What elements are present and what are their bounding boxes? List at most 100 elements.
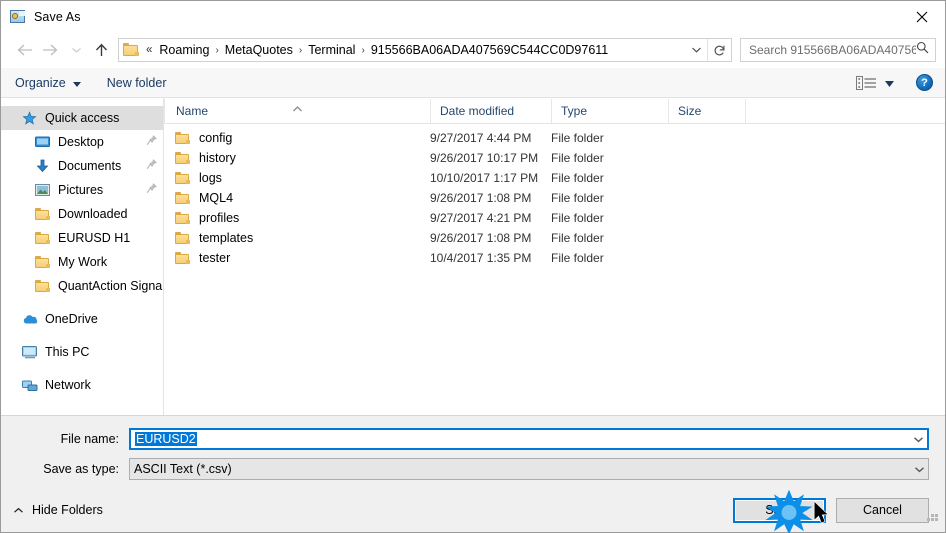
sidebar-item-quantaction-signal[interactable]: QuantAction Signal — [1, 274, 163, 298]
help-question-icon[interactable]: ? — [916, 74, 933, 91]
cancel-button[interactable]: Cancel — [836, 497, 929, 523]
save-button[interactable]: Save — [733, 497, 826, 523]
sidebar-item-pictures[interactable]: Pictures — [1, 178, 163, 202]
title-bar: Save As — [1, 1, 945, 32]
sidebar-item-label: Desktop — [58, 135, 104, 149]
sidebar-item-documents[interactable]: Documents — [1, 154, 163, 178]
breadcrumb-separator-icon: › — [298, 44, 303, 56]
table-row[interactable]: history 9/26/2017 10:17 PM File folder — [164, 148, 945, 168]
column-header-size[interactable]: Size — [668, 99, 745, 123]
file-name-label: history — [199, 151, 236, 165]
breadcrumb-separator-icon: › — [215, 44, 219, 56]
file-list-pane: Name Date modified Type Size config 9/27… — [164, 98, 945, 415]
table-row[interactable]: templates 9/26/2017 1:08 PM File folder — [164, 228, 945, 248]
search-input[interactable] — [749, 43, 916, 57]
sidebar-item-quick-access[interactable]: Quick access — [1, 106, 163, 130]
save-form: File name: EURUSD2 Save as type: ASCII T… — [1, 416, 945, 488]
folder-icon — [34, 254, 51, 270]
pictures-icon — [34, 182, 51, 198]
search-icon[interactable] — [916, 41, 929, 59]
search-box[interactable] — [740, 38, 936, 62]
list-view-icon[interactable] — [856, 75, 877, 90]
sidebar-item-label: OneDrive — [45, 312, 98, 326]
file-date-cell: 9/26/2017 1:08 PM — [430, 191, 532, 205]
arrow-left-icon[interactable] — [11, 37, 37, 63]
breadcrumb-item-metaquotes[interactable]: MetaQuotes — [221, 43, 297, 57]
new-folder-label: New folder — [106, 75, 167, 90]
chevron-down-icon[interactable] — [910, 436, 927, 443]
table-row[interactable]: logs 10/10/2017 1:17 PM File folder — [164, 168, 945, 188]
file-name-cell: tester — [164, 251, 430, 265]
file-type-cell: File folder — [551, 131, 604, 145]
navigation-sidebar: Quick access Desktop Documents Pictures … — [1, 98, 164, 415]
breadcrumb-overflow[interactable]: « — [144, 44, 155, 56]
arrow-up-icon[interactable] — [89, 37, 113, 63]
folder-icon — [34, 278, 51, 294]
resize-grip-icon[interactable] — [926, 509, 940, 528]
file-name-label: tester — [199, 251, 231, 265]
address-chevron-down-icon[interactable] — [685, 46, 707, 54]
breadcrumb-item-roaming[interactable]: Roaming — [155, 43, 213, 57]
view-caret-down-icon[interactable] — [885, 74, 894, 92]
file-type-cell: File folder — [551, 151, 604, 165]
file-type-cell: File folder — [551, 171, 604, 185]
recent-locations-chevron-down-icon[interactable] — [63, 37, 89, 63]
onedrive-cloud-icon — [21, 311, 38, 327]
chevron-down-icon[interactable] — [911, 466, 928, 473]
sidebar-item-onedrive[interactable]: OneDrive — [1, 307, 163, 331]
refresh-icon[interactable] — [707, 39, 731, 61]
sidebar-item-network[interactable]: Network — [1, 373, 163, 397]
caret-down-icon — [72, 76, 81, 90]
file-name-cell: MQL4 — [164, 191, 430, 205]
file-name-label: config — [199, 131, 233, 145]
file-name-row: File name: EURUSD2 — [17, 428, 929, 450]
sidebar-item-this-pc[interactable]: This PC — [1, 340, 163, 364]
file-date-cell: 9/27/2017 4:44 PM — [430, 131, 532, 145]
sidebar-item-label: Downloaded — [58, 207, 128, 221]
close-icon[interactable] — [899, 1, 945, 32]
file-date-cell: 9/26/2017 1:08 PM — [430, 231, 532, 245]
save-as-type-field-label: Save as type: — [43, 462, 119, 476]
sidebar-item-label: This PC — [45, 345, 90, 359]
table-row[interactable]: profiles 9/27/2017 4:21 PM File folder — [164, 208, 945, 228]
sidebar-item-eurusd-h1[interactable]: EURUSD H1 — [1, 226, 163, 250]
new-folder-button[interactable]: New folder — [107, 72, 167, 94]
folder-icon — [123, 43, 140, 57]
column-header-date-modified[interactable]: Date modified — [430, 99, 551, 123]
column-header-row: Name Date modified Type Size — [164, 98, 945, 124]
sidebar-item-downloaded[interactable]: Downloaded — [1, 202, 163, 226]
sidebar-item-my-work[interactable]: My Work — [1, 250, 163, 274]
file-name-field-label: File name: — [60, 432, 119, 446]
arrow-right-icon[interactable] — [37, 37, 63, 63]
folder-icon — [175, 252, 190, 264]
breadcrumb: « Roaming › MetaQuotes › Terminal › 9155… — [144, 43, 685, 57]
file-name-value[interactable]: EURUSD2 — [131, 432, 910, 446]
folder-icon — [175, 132, 190, 144]
chevron-up-icon — [13, 503, 24, 517]
folder-icon — [34, 230, 51, 246]
file-name-input[interactable]: EURUSD2 — [129, 428, 929, 450]
sidebar-item-label: Network — [45, 378, 91, 392]
documents-arrow-icon — [34, 158, 51, 174]
folder-icon — [175, 232, 190, 244]
folder-icon — [34, 206, 51, 222]
pin-icon[interactable] — [146, 159, 157, 173]
pin-icon[interactable] — [146, 183, 157, 197]
hide-folders-button[interactable]: Hide Folders — [13, 503, 103, 517]
breadcrumb-item-terminal-id[interactable]: 915566BA06ADA407569C544CC0D97611 — [367, 43, 612, 57]
address-bar[interactable]: « Roaming › MetaQuotes › Terminal › 9155… — [118, 38, 732, 62]
save-as-type-select[interactable]: ASCII Text (*.csv) — [129, 458, 929, 480]
pin-icon[interactable] — [146, 135, 157, 149]
sidebar-item-label: EURUSD H1 — [58, 231, 131, 245]
breadcrumb-item-terminal[interactable]: Terminal — [304, 43, 359, 57]
table-row[interactable]: tester 10/4/2017 1:35 PM File folder — [164, 248, 945, 268]
sidebar-item-desktop[interactable]: Desktop — [1, 130, 163, 154]
file-name-label: logs — [199, 171, 222, 185]
organize-button[interactable]: Organize — [15, 72, 81, 94]
column-header-type[interactable]: Type — [551, 99, 668, 123]
network-icon — [21, 377, 38, 393]
hide-folders-label: Hide Folders — [32, 503, 103, 517]
table-row[interactable]: config 9/27/2017 4:44 PM File folder — [164, 128, 945, 148]
organize-label: Organize — [15, 75, 66, 90]
table-row[interactable]: MQL4 9/26/2017 1:08 PM File folder — [164, 188, 945, 208]
